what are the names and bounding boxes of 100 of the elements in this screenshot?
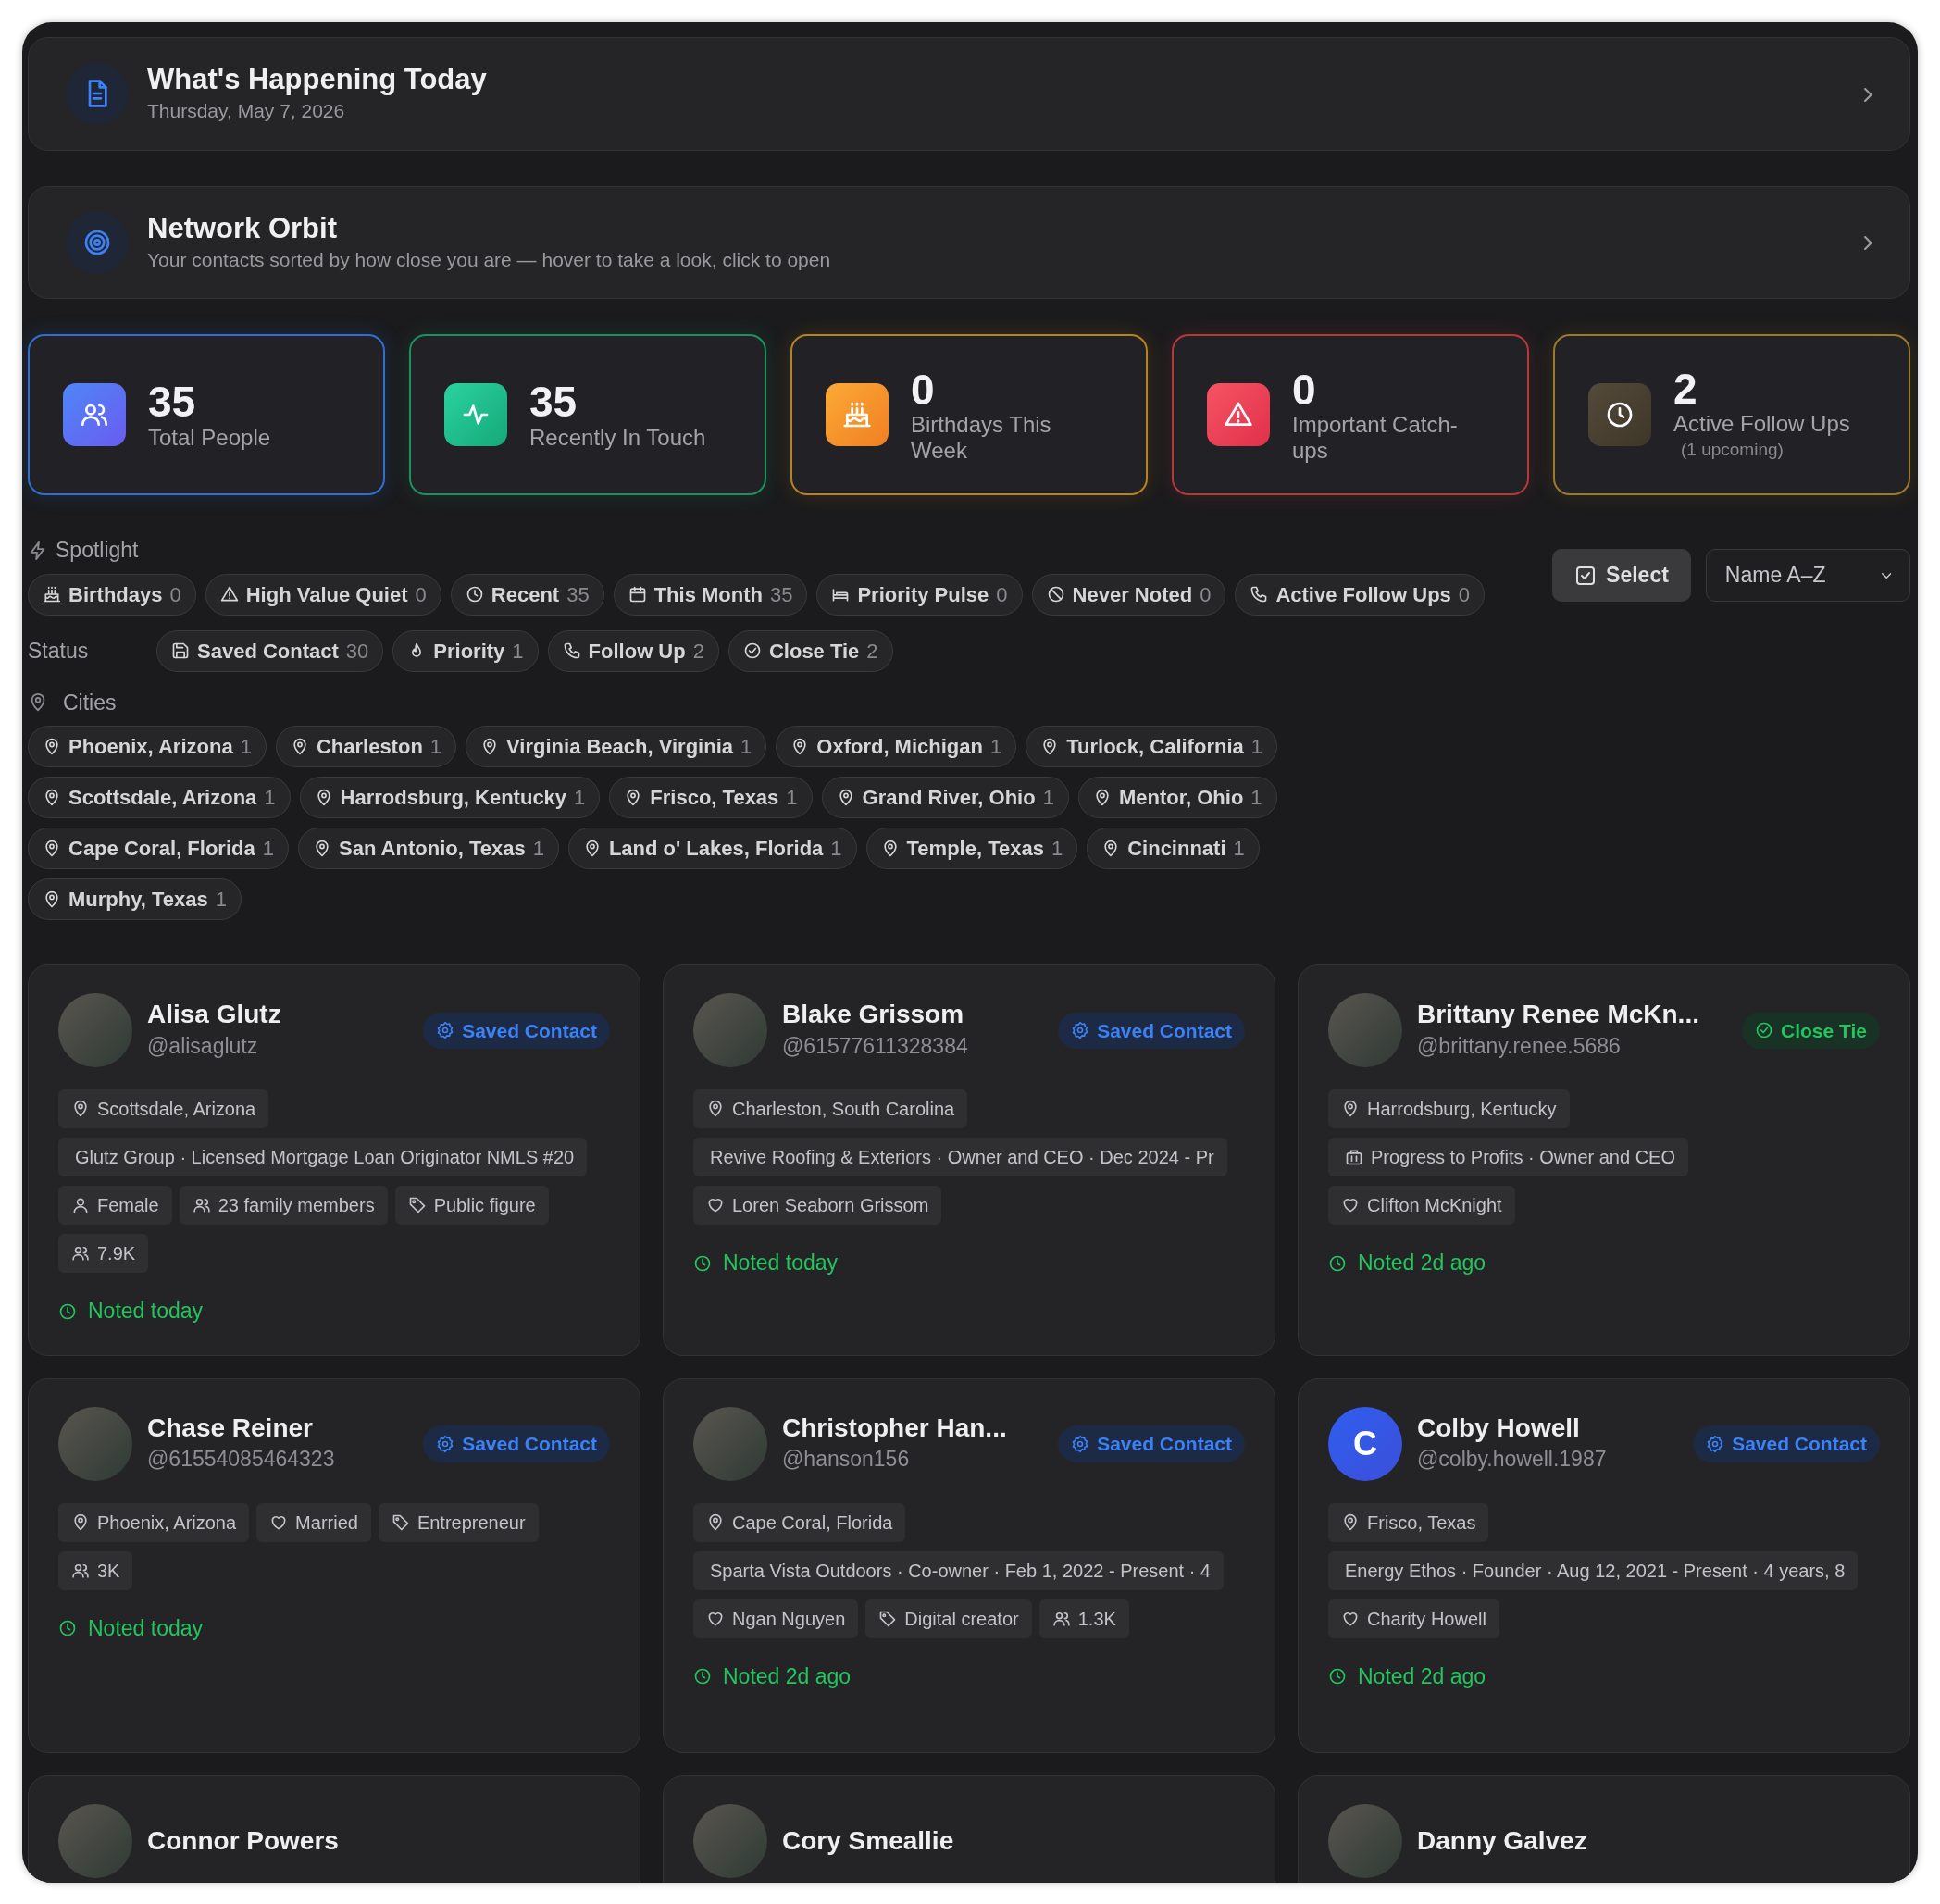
info-tag: Cape Coral, Florida: [693, 1502, 906, 1542]
filter-chip[interactable]: Never Noted 0: [1031, 573, 1226, 616]
noted-status: Noted 2d ago: [693, 1660, 852, 1693]
contact-handle: @brittany.renee.5686: [1417, 1032, 1622, 1060]
stat-label: Recently In Touch: [529, 424, 706, 451]
location-pin-icon: [706, 1512, 725, 1532]
gear-badge-icon: [436, 1021, 455, 1040]
status-badge: Saved Contact: [423, 1012, 610, 1050]
info-tag: Entrepreneur: [378, 1502, 539, 1542]
info-tag: Phoenix, Arizona: [58, 1502, 250, 1542]
card-title: Network Orbit: [147, 210, 338, 245]
info-tag: Progress to Profits · Owner and CEO: [1328, 1138, 1688, 1177]
info-tag: Loren Seaborn Grissom: [693, 1186, 942, 1226]
today-card[interactable]: What's Happening Today Thursday, May 7, 2026: [28, 37, 1910, 151]
filter-chip[interactable]: Murphy, Texas 1: [28, 878, 242, 921]
network-orbit-card[interactable]: Network Orbit Your contacts sorted by how close you are — hover to take a look, click to open: [28, 185, 1910, 300]
clock-icon: [1328, 1253, 1347, 1273]
info-tag: Frisco, Texas: [1328, 1502, 1489, 1542]
info-tag: 3K: [58, 1550, 133, 1590]
stat-card[interactable]: 35 Recently In Touch: [409, 334, 766, 496]
filter-chip[interactable]: Cincinnati 1: [1087, 828, 1260, 870]
stat-card[interactable]: 0 Important Catch-ups: [1172, 334, 1529, 496]
contact-name: Danny Galvez: [1417, 1825, 1588, 1857]
briefcase-icon: [1345, 1148, 1363, 1167]
contact-handle: @colby.howell.1987: [1417, 1446, 1608, 1474]
stat-value: 35: [529, 380, 578, 425]
filter-chip[interactable]: Birthdays 0: [28, 573, 196, 616]
gear-badge-icon: [1706, 1434, 1725, 1453]
stat-label: Important Catch-ups: [1292, 411, 1459, 464]
filter-chip[interactable]: Grand River, Ohio 1: [821, 777, 1069, 819]
contact-card[interactable]: Brittany Renee McKn... @brittany.renee.5686 Close Tie Harrodsburg, Kentucky Progress to Profits · Owner and CEO Clifton McKnight Noted 2d ago: [1298, 964, 1910, 1356]
contact-handle: @61554085464323: [147, 1446, 336, 1474]
filter-chip[interactable]: Recent 35: [450, 573, 604, 616]
sort-dropdown[interactable]: Name A–Z: [1705, 549, 1910, 602]
filter-chip[interactable]: Phoenix, Arizona 1: [28, 726, 267, 768]
section-label: Spotlight: [56, 537, 139, 565]
filter-chip[interactable]: Oxford, Michigan 1: [776, 726, 1017, 768]
filter-chip[interactable]: This Month 35: [613, 573, 808, 616]
contact-card[interactable]: Alisa Glutz @alisaglutz Saved Contact Scottsdale, Arizona Glutz Group · Licensed Mortgage Loan Originator NMLS #20 Female 23 family members Public figure 7.9K Noted today: [28, 964, 640, 1356]
filter-chip[interactable]: Virginia Beach, Virginia 1: [466, 726, 767, 768]
contact-card[interactable]: Chase Reiner @61554085464323 Saved Contact Phoenix, Arizona Married Entrepreneur 3K Noted today: [28, 1377, 640, 1753]
section-label: Status: [28, 638, 90, 666]
status-badge: Saved Contact: [1693, 1425, 1880, 1462]
filter-chip[interactable]: Close Tie 2: [728, 629, 893, 672]
stat-label: Birthdays This Week: [911, 411, 1052, 464]
stat-label: Active Follow Ups: [1673, 411, 1850, 438]
stat-card[interactable]: 0 Birthdays This Week: [790, 334, 1148, 496]
filter-chip[interactable]: Harrodsburg, Kentucky 1: [299, 777, 601, 819]
filter-chip[interactable]: Follow Up 2: [547, 629, 719, 672]
info-tag: Glutz Group · Licensed Mortgage Loan Originator NMLS #20: [58, 1138, 588, 1177]
filter-chip[interactable]: Saved Contact 30: [156, 629, 384, 672]
warning-icon: [219, 585, 239, 604]
noted-status: Noted today: [58, 1295, 204, 1327]
chevron-down-icon: [1881, 572, 1891, 579]
contact-handle: @alisaglutz: [147, 1032, 259, 1060]
clock-icon: [465, 585, 484, 604]
filter-chip[interactable]: Temple, Texas 1: [865, 828, 1078, 870]
select-button[interactable]: Select: [1552, 549, 1691, 602]
contact-card[interactable]: Danny Galvez: [1298, 1774, 1910, 1883]
filter-chip[interactable]: High Value Quiet 0: [205, 573, 441, 616]
contact-name: Colby Howell: [1417, 1412, 1581, 1444]
stat-card[interactable]: 35 Total People: [28, 334, 385, 496]
contact-card[interactable]: Cory Smeallie: [663, 1774, 1275, 1883]
filter-chip[interactable]: Active Follow Ups 0: [1235, 573, 1486, 616]
location-pin-icon: [43, 839, 61, 858]
filter-chip[interactable]: Frisco, Texas 1: [609, 777, 813, 819]
filter-chip[interactable]: Priority 1: [392, 629, 539, 672]
noted-status: Noted 2d ago: [1328, 1660, 1486, 1693]
contact-card[interactable]: Christopher Han... @hanson156 Saved Contact Cape Coral, Florida Sparta Vista Outdoors · Co-owner · Feb 1, 2022 - Present · 4 Ngan Nguyen Digital creator 1.3K Noted 2d ago: [663, 1377, 1275, 1753]
contact-card[interactable]: Connor Powers: [28, 1774, 640, 1883]
filter-chip[interactable]: Mentor, Ohio 1: [1077, 777, 1277, 819]
filter-chip[interactable]: Charleston 1: [275, 726, 457, 768]
filter-chip[interactable]: Scottsdale, Arizona 1: [28, 777, 291, 819]
contact-name: Blake Grissom: [782, 999, 965, 1030]
location-pin-icon: [43, 890, 61, 909]
chevron-right-icon: [1864, 236, 1872, 251]
stat-card[interactable]: 2 Active Follow Ups (1 upcoming): [1553, 334, 1910, 496]
contact-card[interactable]: C Colby Howell @colby.howell.1987 Saved Contact Frisco, Texas Energy Ethos · Founder · Aug 12, 2021 - Present · 4 years, 8 Charity Howell Noted 2d ago: [1298, 1377, 1910, 1753]
clock-icon: [58, 1619, 77, 1638]
info-tag: Sparta Vista Outdoors · Co-owner · Feb 1, 2022 - Present · 4: [693, 1550, 1224, 1590]
info-tag: Harrodsburg, Kentucky: [1328, 1089, 1570, 1129]
filter-chip[interactable]: Priority Pulse 0: [816, 573, 1023, 616]
info-tag: Charleston, South Carolina: [693, 1089, 968, 1129]
contact-name: Chase Reiner: [147, 1412, 314, 1444]
status-badge: Close Tie: [1742, 1012, 1880, 1050]
contact-card[interactable]: Blake Grissom @61577611328384 Saved Contact Charleston, South Carolina Revive Roofing & Exteriors · Owner and CEO · Dec 2024 - Pr Loren Seaborn Grissom Noted today: [663, 964, 1275, 1356]
cake-icon: [43, 585, 61, 604]
stat-note: (1 upcoming): [1680, 439, 1785, 462]
info-tag: 7.9K: [58, 1234, 149, 1274]
clock-icon: [58, 1301, 77, 1321]
filter-chip[interactable]: Land o' Lakes, Florida 1: [567, 828, 857, 870]
info-tag: Ngan Nguyen: [693, 1599, 859, 1638]
filter-chip[interactable]: Cape Coral, Florida 1: [28, 828, 289, 870]
filter-chip[interactable]: San Antonio, Texas 1: [297, 828, 559, 870]
stat-label: Total People: [148, 424, 271, 451]
card-subtitle: Your contacts sorted by how close you are — hover to take a look, click to open: [147, 247, 832, 272]
clock-icon: [1328, 1667, 1347, 1686]
location-pin-icon: [71, 1512, 90, 1532]
filter-chip[interactable]: Turlock, California 1: [1026, 726, 1277, 768]
location-pin-icon: [1341, 1100, 1360, 1119]
